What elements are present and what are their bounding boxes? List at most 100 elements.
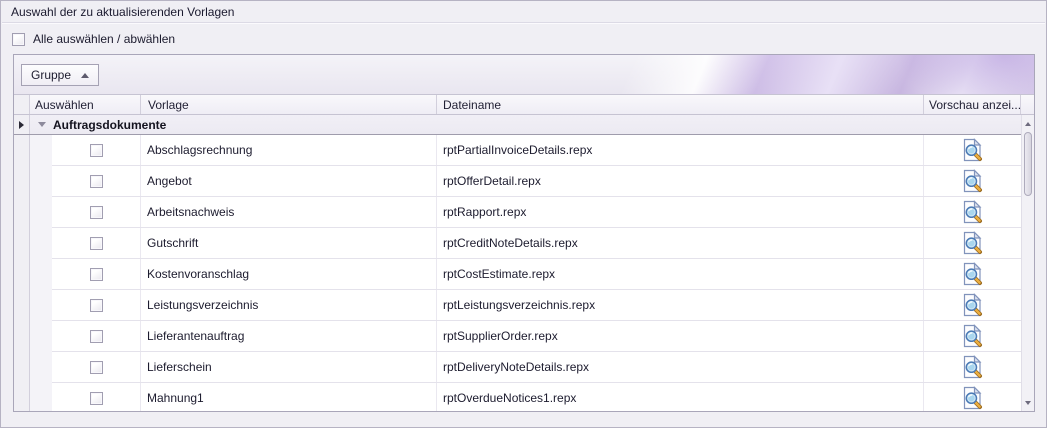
preview-document-icon[interactable] — [961, 355, 984, 379]
checkbox-unchecked-icon[interactable] — [90, 237, 103, 250]
preview-cell — [924, 290, 1021, 320]
checkbox-unchecked-icon[interactable] — [90, 299, 103, 312]
preview-cell — [924, 383, 1021, 411]
row-indicator-cell — [14, 115, 30, 134]
preview-document-icon[interactable] — [961, 262, 984, 286]
template-selection-groupbox: Auswahl der zu aktualisierenden Vorlagen… — [0, 0, 1047, 428]
vorlage-cell: Kostenvoranschlag — [141, 259, 437, 289]
vorlage-cell: Mahnung1 — [141, 383, 437, 411]
scroll-up-button[interactable] — [1022, 117, 1034, 130]
group-row-auftragsdokumente[interactable]: Auftragsdokumente — [14, 115, 1034, 135]
checkbox-unchecked-icon[interactable] — [90, 144, 103, 157]
group-row-content: Auftragsdokumente — [30, 115, 1034, 134]
column-header-vorlage[interactable]: Vorlage — [141, 95, 437, 114]
row-indicator-cell — [14, 352, 30, 383]
row-indicator-cell — [14, 197, 30, 228]
row-indicator-header-cell — [14, 95, 30, 114]
vorlage-cell: Lieferschein — [141, 352, 437, 382]
dateiname-cell: rptSupplierOrder.repx — [437, 321, 924, 351]
preview-cell — [924, 166, 1021, 196]
checkbox-unchecked-icon[interactable] — [90, 392, 103, 405]
dateiname-cell: rptOfferDetail.repx — [437, 166, 924, 196]
scroll-down-button[interactable] — [1022, 396, 1034, 409]
group-indent — [30, 197, 52, 228]
triangle-up-icon — [81, 73, 89, 78]
dateiname-cell: rptCreditNoteDetails.repx — [437, 228, 924, 258]
row-select-cell — [52, 228, 141, 258]
row-indicator-cell — [14, 383, 30, 411]
group-by-gruppe-button[interactable]: Gruppe — [21, 64, 99, 86]
checkbox-unchecked-icon[interactable] — [90, 268, 103, 281]
preview-document-icon[interactable] — [961, 200, 984, 224]
preview-cell — [924, 352, 1021, 382]
column-header-vorschau[interactable]: Vorschau anzei... — [924, 95, 1021, 114]
vorlage-cell: Gutschrift — [141, 228, 437, 258]
collapse-group-icon[interactable] — [38, 122, 46, 127]
row-indicator-cell — [14, 228, 30, 259]
vorlage-cell: Abschlagsrechnung — [141, 135, 437, 165]
row-select-cell — [52, 135, 141, 165]
group-indent — [30, 135, 52, 166]
group-by-gruppe-label: Gruppe — [31, 68, 71, 82]
table-row[interactable]: Gutschrift rptCreditNoteDetails.repx — [14, 228, 1034, 259]
dateiname-cell: rptCostEstimate.repx — [437, 259, 924, 289]
dateiname-cell: rptLeistungsverzeichnis.repx — [437, 290, 924, 320]
preview-document-icon[interactable] — [961, 293, 984, 317]
select-all-checkbox[interactable]: Alle auswählen / abwählen — [12, 32, 175, 46]
group-indent — [30, 290, 52, 321]
table-row[interactable]: Lieferschein rptDeliveryNoteDetails.repx — [14, 352, 1034, 383]
table-row[interactable]: Lieferantenauftrag rptSupplierOrder.repx — [14, 321, 1034, 352]
row-indicator-cell — [14, 290, 30, 321]
vorlage-cell: Arbeitsnachweis — [141, 197, 437, 227]
select-all-label: Alle auswählen / abwählen — [33, 32, 175, 46]
vorlage-cell: Angebot — [141, 166, 437, 196]
checkbox-unchecked-icon[interactable] — [90, 330, 103, 343]
row-indicator-cell — [14, 259, 30, 290]
grid-header-row: Auswählen Vorlage Dateiname Vorschau anz… — [14, 95, 1034, 115]
column-header-auswaehlen[interactable]: Auswählen — [30, 95, 141, 114]
row-select-cell — [52, 383, 141, 411]
row-select-cell — [52, 290, 141, 320]
checkbox-unchecked-icon[interactable] — [90, 206, 103, 219]
preview-document-icon[interactable] — [961, 169, 984, 193]
vertical-scrollbar[interactable] — [1021, 115, 1034, 411]
table-row[interactable]: Abschlagsrechnung rptPartialInvoiceDetai… — [14, 135, 1034, 166]
table-row[interactable]: Mahnung1 rptOverdueNotices1.repx — [14, 383, 1034, 411]
column-header-dateiname[interactable]: Dateiname — [437, 95, 924, 114]
preview-document-icon[interactable] — [961, 324, 984, 348]
group-row-label: Auftragsdokumente — [53, 118, 166, 132]
checkbox-unchecked-icon[interactable] — [90, 175, 103, 188]
panel-title: Auswahl der zu aktualisierenden Vorlagen — [11, 5, 234, 21]
row-select-cell — [52, 352, 141, 382]
preview-cell — [924, 228, 1021, 258]
group-by-panel: Gruppe — [14, 55, 1034, 95]
group-indent — [30, 228, 52, 259]
rows-host: Abschlagsrechnung rptPartialInvoiceDetai… — [14, 135, 1034, 411]
scroll-up-icon — [1025, 122, 1031, 126]
scroll-down-icon — [1025, 401, 1031, 405]
table-row[interactable]: Kostenvoranschlag rptCostEstimate.repx — [14, 259, 1034, 290]
checkbox-unchecked-icon[interactable] — [90, 361, 103, 374]
checkbox-unchecked-icon[interactable] — [12, 33, 25, 46]
dateiname-cell: rptRapport.repx — [437, 197, 924, 227]
preview-cell — [924, 135, 1021, 165]
row-select-cell — [52, 321, 141, 351]
table-row[interactable]: Angebot rptOfferDetail.repx — [14, 166, 1034, 197]
vorlage-cell: Lieferantenauftrag — [141, 321, 437, 351]
row-select-cell — [52, 259, 141, 289]
templates-grid: Gruppe Auswählen Vorlage Dateiname Vorsc… — [13, 54, 1035, 412]
group-indent — [30, 352, 52, 383]
dateiname-cell: rptPartialInvoiceDetails.repx — [437, 135, 924, 165]
dateiname-cell: rptDeliveryNoteDetails.repx — [437, 352, 924, 382]
preview-document-icon[interactable] — [961, 386, 984, 410]
group-indent — [30, 321, 52, 352]
table-row[interactable]: Arbeitsnachweis rptRapport.repx — [14, 197, 1034, 228]
scrollbar-thumb[interactable] — [1024, 132, 1032, 196]
row-indicator-cell — [14, 321, 30, 352]
vorlage-cell: Leistungsverzeichnis — [141, 290, 437, 320]
caption-separator — [2, 22, 1045, 24]
preview-document-icon[interactable] — [961, 138, 984, 162]
row-indicator-cell — [14, 135, 30, 166]
preview-document-icon[interactable] — [961, 231, 984, 255]
table-row[interactable]: Leistungsverzeichnis rptLeistungsverzeic… — [14, 290, 1034, 321]
